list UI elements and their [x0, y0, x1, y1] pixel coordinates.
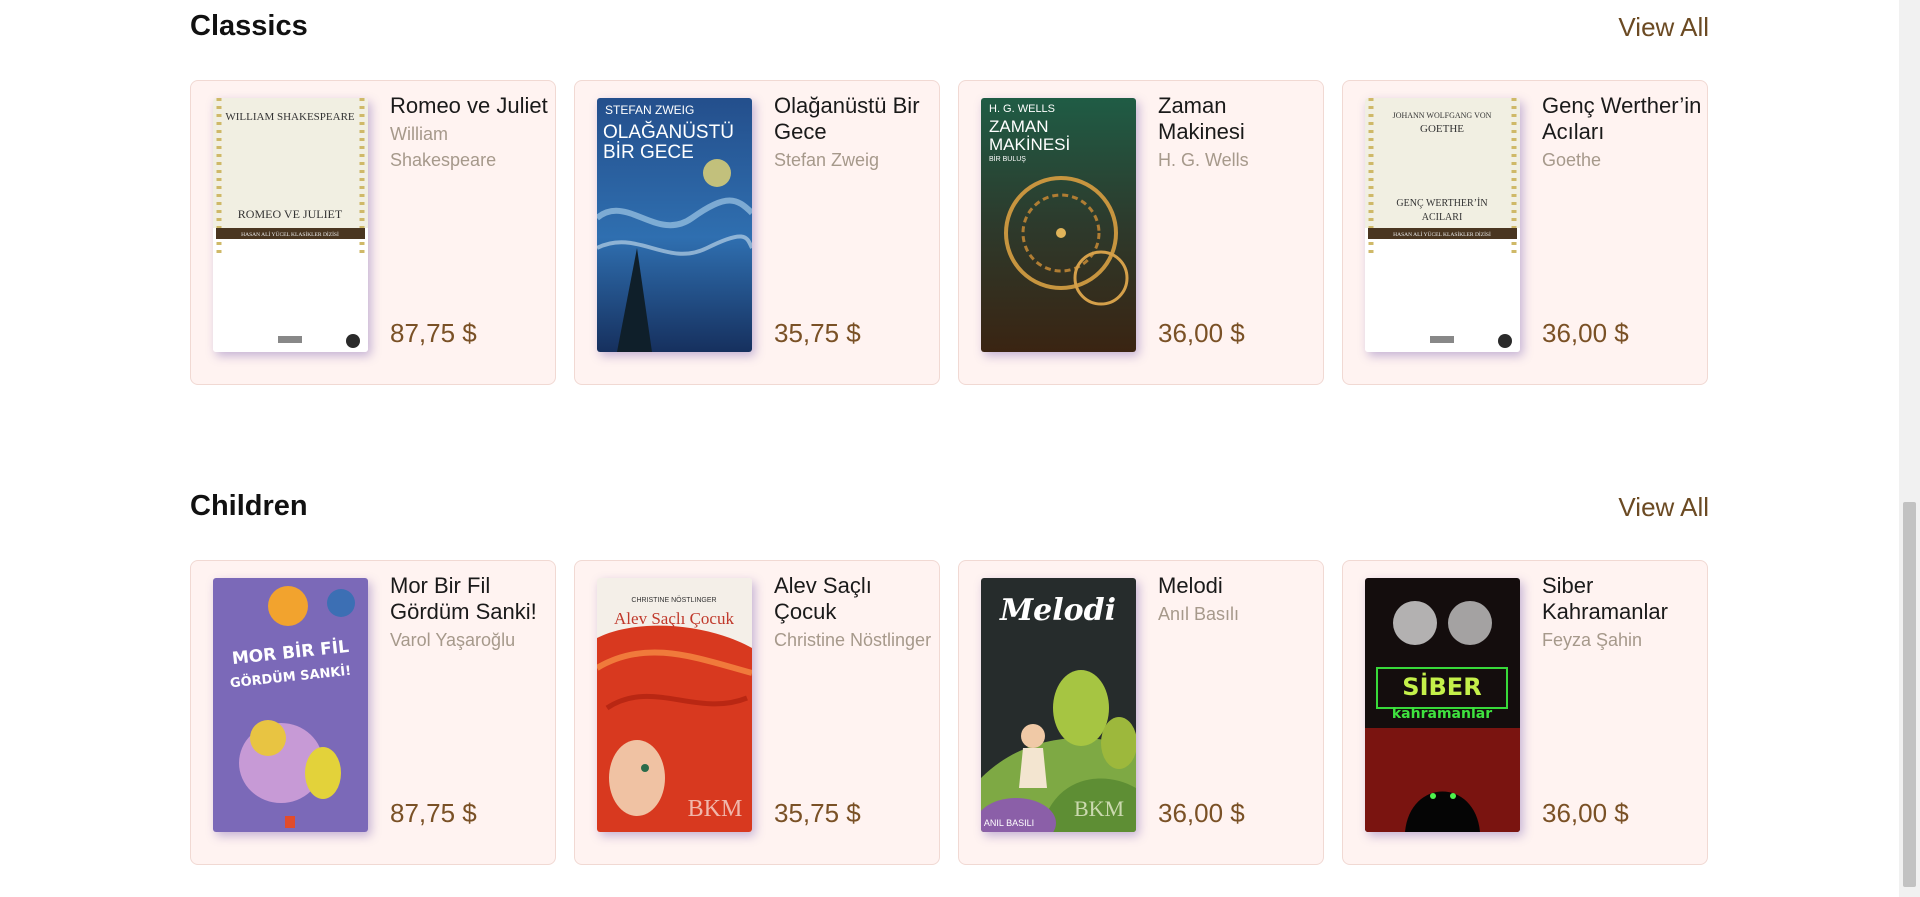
- svg-text:Alev Saçlı Çocuk: Alev Saçlı Çocuk: [614, 609, 734, 628]
- book-title[interactable]: Mor Bir Fil Gördüm Sanki! Varol Yaşaroğl…: [390, 573, 550, 653]
- svg-text:BİR GECE: BİR GECE: [603, 142, 694, 163]
- book-card[interactable]: MOR BİR FİL GÖRDÜM SANKİ! Mor Bir Fil Gö…: [190, 560, 556, 865]
- book-price: 87,75 $: [390, 798, 477, 828]
- scrollbar-thumb[interactable]: [1903, 502, 1916, 887]
- svg-text:ROMEO VE JULIET: ROMEO VE JULIET: [238, 207, 343, 221]
- book-title[interactable]: Romeo ve Juliet William Shakespeare: [390, 93, 550, 173]
- book-author: Varol Yaşaroğlu: [390, 630, 516, 650]
- svg-text:Melodi: Melodi: [999, 593, 1116, 628]
- book-title[interactable]: Olağanüstü Bir Gece Stefan Zweig: [774, 93, 934, 173]
- book-cover[interactable]: SİBER kahramanlar: [1365, 578, 1520, 832]
- svg-text:MAKİNESİ: MAKİNESİ: [989, 135, 1070, 154]
- book-cover[interactable]: STEFAN ZWEIG OLAĞANÜSTÜ BİR GECE: [597, 98, 752, 352]
- book-cover[interactable]: JOHANN WOLFGANG VON GOETHE GENÇ WERTHER’…: [1365, 98, 1520, 352]
- book-title[interactable]: Genç Werther’in Acıları Goethe: [1542, 93, 1702, 173]
- book-author: Stefan Zweig: [774, 150, 880, 170]
- svg-text:SİBER: SİBER: [1402, 672, 1481, 701]
- svg-text:OLAĞANÜSTÜ: OLAĞANÜSTÜ: [603, 121, 734, 143]
- book-card[interactable]: JOHANN WOLFGANG VON GOETHE GENÇ WERTHER’…: [1342, 80, 1708, 385]
- section-classics: Classics View All WILLIAM SHAKESPEARE RO…: [190, 10, 1709, 385]
- svg-text:BKM: BKM: [1074, 796, 1124, 821]
- svg-text:GENÇ WERTHER’İN: GENÇ WERTHER’İN: [1396, 197, 1487, 209]
- book-price: 35,75 $: [774, 318, 861, 348]
- section-header: Classics View All: [190, 10, 1709, 50]
- book-author: H. G. Wells: [1158, 150, 1249, 170]
- view-all-children-link[interactable]: View All: [1618, 492, 1709, 523]
- page: Classics View All WILLIAM SHAKESPEARE RO…: [0, 0, 1899, 897]
- section-children: Children View All MOR BİR FİL GÖRDÜM SAN…: [190, 490, 1709, 865]
- book-price: 36,00 $: [1542, 318, 1629, 348]
- book-author: Anıl Basılı: [1158, 604, 1240, 624]
- book-cover[interactable]: Melodi ANIL BASILI BKM: [981, 578, 1136, 832]
- svg-text:HASAN ALİ YÜCEL KLASİKLER DİZİ: HASAN ALİ YÜCEL KLASİKLER DİZİSİ: [241, 231, 339, 238]
- svg-text:WILLIAM SHAKESPEARE: WILLIAM SHAKESPEARE: [225, 111, 355, 123]
- section-header: Children View All: [190, 490, 1709, 530]
- svg-text:GOETHE: GOETHE: [1420, 123, 1464, 135]
- svg-text:STEFAN ZWEIG: STEFAN ZWEIG: [605, 103, 694, 117]
- book-cover[interactable]: CHRISTINE NÖSTLINGER Alev Saçlı Çocuk BK…: [597, 578, 752, 832]
- book-author: Feyza Şahin: [1542, 630, 1643, 650]
- svg-text:BKM: BKM: [688, 796, 743, 822]
- book-cover[interactable]: H. G. WELLS ZAMAN MAKİNESİ BİR BULUŞ: [981, 98, 1136, 352]
- section-title: Children: [190, 490, 308, 522]
- book-price: 36,00 $: [1158, 318, 1245, 348]
- book-card[interactable]: Melodi ANIL BASILI BKM Melodi Anıl Basıl…: [958, 560, 1324, 865]
- book-cover[interactable]: WILLIAM SHAKESPEARE ROMEO VE JULIET HASA…: [213, 98, 368, 352]
- book-price: 36,00 $: [1542, 798, 1629, 828]
- book-title[interactable]: Melodi Anıl Basılı: [1158, 573, 1318, 627]
- svg-text:JOHANN WOLFGANG VON: JOHANN WOLFGANG VON: [1393, 111, 1492, 120]
- book-card[interactable]: WILLIAM SHAKESPEARE ROMEO VE JULIET HASA…: [190, 80, 556, 385]
- book-price: 35,75 $: [774, 798, 861, 828]
- book-author: William Shakespeare: [390, 124, 497, 170]
- book-author: Goethe: [1542, 150, 1602, 170]
- svg-text:ZAMAN: ZAMAN: [989, 117, 1049, 136]
- book-card[interactable]: SİBER kahramanlar Siber Kahramanlar Feyz…: [1342, 560, 1708, 865]
- book-title[interactable]: Siber Kahramanlar Feyza Şahin: [1542, 573, 1702, 653]
- book-title[interactable]: Alev Saçlı Çocuk Christine Nöstlinger: [774, 573, 934, 653]
- book-author: Christine Nöstlinger: [774, 630, 932, 650]
- svg-text:H. G. WELLS: H. G. WELLS: [989, 103, 1055, 115]
- svg-text:ANIL BASILI: ANIL BASILI: [984, 818, 1034, 828]
- book-price: 36,00 $: [1158, 798, 1245, 828]
- section-title: Classics: [190, 10, 308, 42]
- svg-text:ACILARI: ACILARI: [1422, 212, 1463, 223]
- view-all-classics-link[interactable]: View All: [1618, 12, 1709, 43]
- book-card[interactable]: CHRISTINE NÖSTLINGER Alev Saçlı Çocuk BK…: [574, 560, 940, 865]
- book-list: WILLIAM SHAKESPEARE ROMEO VE JULIET HASA…: [190, 80, 1709, 387]
- svg-text:CHRISTINE NÖSTLINGER: CHRISTINE NÖSTLINGER: [631, 596, 716, 604]
- book-card[interactable]: STEFAN ZWEIG OLAĞANÜSTÜ BİR GECE Olağanü…: [574, 80, 940, 385]
- svg-text:HASAN ALİ YÜCEL KLASİKLER DİZİ: HASAN ALİ YÜCEL KLASİKLER DİZİSİ: [1393, 231, 1491, 238]
- svg-text:BİR BULUŞ: BİR BULUŞ: [989, 154, 1026, 163]
- svg-text:kahramanlar: kahramanlar: [1392, 706, 1492, 722]
- book-price: 87,75 $: [390, 318, 477, 348]
- book-cover[interactable]: MOR BİR FİL GÖRDÜM SANKİ!: [213, 578, 368, 832]
- book-title[interactable]: Zaman Makinesi H. G. Wells: [1158, 93, 1318, 173]
- book-card[interactable]: H. G. WELLS ZAMAN MAKİNESİ BİR BULUŞ Zam…: [958, 80, 1324, 385]
- book-list: MOR BİR FİL GÖRDÜM SANKİ! Mor Bir Fil Gö…: [190, 560, 1709, 867]
